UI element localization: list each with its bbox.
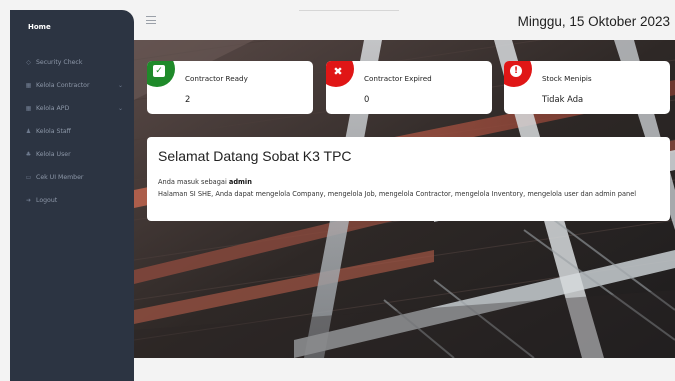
welcome-panel: Selamat Datang Sobat K3 TPC Anda masuk s… [147, 137, 670, 221]
status-badge: ✖ [326, 61, 354, 87]
sidebar-item-kelola-staff[interactable]: ♟ Kelola Staff [10, 121, 134, 141]
role-prefix: Anda masuk sebagai [158, 178, 227, 186]
divider [299, 10, 399, 11]
sidebar-item-kelola-user[interactable]: ♣ Kelola User [10, 144, 134, 164]
shield-icon: ◇ [26, 58, 31, 66]
sidebar: Home ◇ Security Check ▦ Kelola Contracto… [10, 10, 134, 381]
top-bar: Minggu, 15 Oktober 2023 [134, 0, 675, 40]
welcome-heading: Selamat Datang Sobat K3 TPC [158, 148, 352, 164]
card-contractor-expired: ✖ Contractor Expired 0 [326, 61, 492, 114]
role-line: Anda masuk sebagai admin [158, 178, 252, 186]
sidebar-item-label: Kelola Staff [36, 127, 71, 135]
hamburger-menu-icon[interactable] [146, 16, 156, 24]
exclamation-icon: ! [510, 65, 522, 77]
sidebar-item-label: Cek UI Member [36, 173, 84, 181]
welcome-description: Halaman SI SHE, Anda dapat mengelola Com… [158, 190, 637, 198]
role-value: admin [228, 178, 252, 186]
sidebar-home-label: Home [28, 23, 51, 31]
footer [134, 358, 675, 381]
grid-icon: ▦ [25, 81, 32, 89]
sidebar-item-label: Logout [36, 196, 58, 204]
logout-icon: ➜ [25, 196, 32, 204]
sidebar-item-label: Security Check [36, 58, 83, 66]
sidebar-item-label: Kelola Contractor [36, 81, 90, 89]
monitor-icon: ▭ [25, 173, 32, 181]
sidebar-item-kelola-contractor[interactable]: ▦ Kelola Contractor ⌄ [10, 75, 134, 95]
chevron-down-icon: ⌄ [117, 104, 123, 112]
grid-icon: ▦ [25, 104, 32, 112]
chevron-down-icon: ⌄ [117, 81, 123, 89]
card-contractor-ready: ✓ Contractor Ready 2 [147, 61, 313, 114]
users-icon: ♣ [25, 150, 32, 158]
sidebar-item-home[interactable]: Home [10, 10, 134, 44]
sidebar-item-kelola-apd[interactable]: ▦ Kelola APD ⌄ [10, 98, 134, 118]
sidebar-item-security-check[interactable]: ◇ Security Check [10, 52, 134, 72]
card-value: Tidak Ada [542, 94, 584, 104]
card-title: Contractor Expired [364, 74, 432, 83]
card-title: Stock Menipis [542, 74, 592, 83]
card-value: 2 [185, 94, 191, 104]
person-icon: ♟ [25, 127, 32, 135]
sidebar-item-cek-ui-member[interactable]: ▭ Cek UI Member [10, 167, 134, 187]
current-date: Minggu, 15 Oktober 2023 [517, 14, 670, 29]
card-stock-menipis: ! Stock Menipis Tidak Ada [504, 61, 670, 114]
x-icon: ✖ [333, 64, 343, 78]
sidebar-item-logout[interactable]: ➜ Logout [10, 190, 134, 210]
card-value: 0 [364, 94, 370, 104]
sidebar-item-label: Kelola APD [36, 104, 70, 112]
check-icon: ✓ [153, 65, 165, 77]
status-badge: ✓ [147, 61, 175, 87]
status-badge: ! [504, 61, 532, 87]
sidebar-item-label: Kelola User [36, 150, 71, 158]
card-title: Contractor Ready [185, 74, 248, 83]
